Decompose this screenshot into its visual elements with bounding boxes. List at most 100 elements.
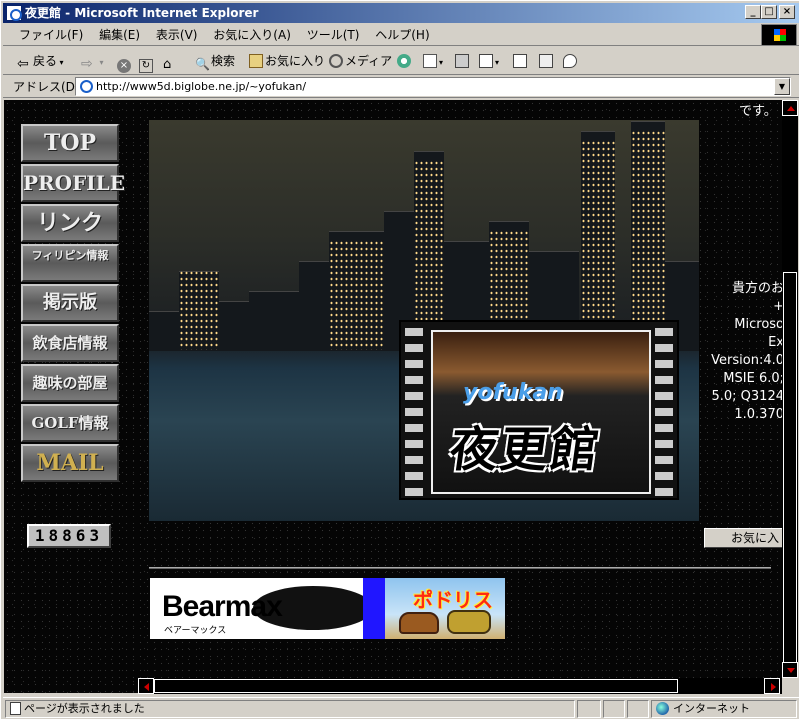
status-panel (577, 700, 601, 718)
internet-zone-icon (656, 702, 669, 715)
back-dropdown-icon[interactable]: ▾ (57, 58, 64, 67)
info-line: 1.0.370 (734, 407, 782, 422)
search-icon: 🔍 (195, 57, 210, 71)
history-icon (397, 54, 411, 68)
stop-icon: × (117, 59, 131, 73)
nav-philippines-button[interactable]: フィリピン情報 (21, 244, 119, 282)
standard-toolbar: ⇦ 戻る ▾ ⇨ ▾ × ↻ ⌂ 🔍検索 お気に入り メディア ▾ ▾ (3, 47, 799, 75)
vertical-scrollbar[interactable] (782, 100, 798, 678)
stop-button[interactable]: × (117, 51, 133, 73)
menu-edit[interactable]: 編集(E) (93, 24, 146, 46)
vertical-scroll-track[interactable] (782, 116, 798, 676)
info-line: + (773, 299, 782, 314)
address-input[interactable]: http://www5d.biglobe.ne.jp/~yofukan/ ▼ (75, 77, 791, 96)
windows-logo-icon (761, 24, 797, 46)
address-url[interactable]: http://www5d.biglobe.ne.jp/~yofukan/ (96, 79, 306, 94)
favorites-label: お気に入り (265, 54, 326, 68)
status-panel (603, 700, 625, 718)
nav-hobby-button[interactable]: 趣味の部屋 (21, 364, 119, 402)
scroll-corner (782, 678, 798, 694)
divider (149, 567, 771, 569)
browser-window: 夜更館 - Microsoft Internet Explorer _ □ × … (0, 0, 800, 720)
ie-page-icon (6, 5, 22, 21)
menu-file[interactable]: ファイル(F) (13, 24, 89, 46)
history-button[interactable] (397, 51, 413, 71)
maximize-button[interactable]: □ (761, 5, 777, 19)
media-label: メディア (345, 54, 393, 68)
bearmax-banner[interactable]: Bearmax ベアーマックス (150, 578, 363, 639)
zone-panel: インターネット (651, 700, 797, 718)
nav-link-button[interactable]: リンク (21, 204, 119, 242)
add-favorite-button[interactable]: お気に入 (704, 528, 782, 548)
window-title: 夜更館 - Microsoft Internet Explorer (25, 6, 259, 20)
research-button[interactable] (539, 51, 555, 71)
status-bar: ページが表示されました インターネット (3, 697, 799, 719)
scroll-left-button[interactable] (138, 678, 154, 694)
bearmax-subtitle: ベアーマックス (164, 626, 227, 636)
media-button[interactable]: メディア (329, 51, 392, 71)
home-button[interactable]: ⌂ (163, 51, 179, 72)
search-button[interactable]: 🔍検索 (195, 51, 235, 71)
scroll-right-button[interactable] (764, 678, 780, 694)
research-icon (539, 54, 553, 68)
messenger-button[interactable] (563, 51, 579, 71)
nav-top-button[interactable]: TOP (21, 124, 119, 162)
menu-bar: ファイル(F) 編集(E) 表示(V) お気に入り(A) ツール(T) ヘルプ(… (3, 24, 799, 46)
back-label: 戻る (33, 54, 58, 68)
address-dropdown-icon[interactable]: ▼ (774, 78, 790, 95)
forward-arrow-icon: ⇨ (81, 56, 93, 72)
nav-mail-button[interactable]: MAIL (21, 444, 119, 482)
back-button[interactable]: ⇦ 戻る ▾ (17, 51, 64, 71)
discuss-icon (513, 54, 527, 68)
nav-golf-button[interactable]: GOLF情報 (21, 404, 119, 442)
horizontal-scroll-thumb[interactable] (154, 679, 678, 693)
info-line: Ex (768, 335, 782, 350)
bearmax-name: Bearmax (162, 590, 283, 623)
menu-help[interactable]: ヘルプ(H) (369, 24, 435, 46)
cartoon-car-icon (447, 610, 491, 634)
cartoon-car-icon (399, 612, 439, 634)
edit-button[interactable]: ▾ (479, 51, 499, 71)
messenger-icon (563, 54, 577, 68)
browser-info-text: 貴方のお + Microso Ex Version:4.0 MSIE 6.0; … (704, 280, 782, 424)
info-line: 5.0; Q3124 (711, 389, 782, 404)
zone-text: インターネット (673, 702, 750, 715)
status-text-panel: ページが表示されました (5, 700, 575, 718)
print-icon (455, 54, 469, 68)
top-text: です。 (739, 104, 777, 119)
refresh-button[interactable]: ↻ (139, 51, 155, 73)
minimize-button[interactable]: _ (745, 5, 761, 19)
scroll-up-button[interactable] (782, 100, 798, 116)
nav-restaurant-button[interactable]: 飲食店情報 (21, 324, 119, 362)
home-icon: ⌂ (163, 57, 172, 72)
info-line: Microso (734, 317, 782, 332)
menu-tools[interactable]: ツール(T) (301, 24, 366, 46)
menu-favorites[interactable]: お気に入り(A) (207, 24, 297, 46)
close-button[interactable]: × (779, 5, 795, 19)
info-line: MSIE 6.0; (723, 371, 782, 386)
horizontal-scrollbar[interactable] (138, 678, 782, 694)
title-bar: 夜更館 - Microsoft Internet Explorer _ □ × (3, 3, 799, 23)
logo-japanese: 夜更館 (446, 422, 605, 478)
nav-bbs-button[interactable]: 掲示版 (21, 284, 119, 322)
discuss-button[interactable] (513, 51, 529, 71)
refresh-icon: ↻ (139, 59, 153, 73)
podoris-banner[interactable]: ポドリス (385, 578, 505, 639)
mail-button[interactable]: ▾ (423, 51, 443, 71)
print-button[interactable] (455, 51, 471, 71)
info-line: 貴方のお (731, 281, 782, 296)
nav-profile-button[interactable]: PROFILE (21, 164, 125, 202)
banner-separator (363, 578, 385, 639)
page-content: です。 TOP PROFILE リンク フィリピン情報 掲示版 飲食店情報 趣味… (4, 100, 782, 693)
forward-button[interactable]: ⇨ ▾ (81, 51, 104, 71)
media-icon (329, 54, 343, 68)
status-text: ページが表示されました (24, 702, 145, 715)
podoris-title: ポドリス (413, 588, 493, 612)
vertical-scroll-thumb[interactable] (783, 272, 797, 676)
scroll-down-button[interactable] (782, 662, 798, 678)
film-frame-logo: yofukan 夜更館 (399, 320, 679, 500)
mail-icon (423, 54, 437, 68)
menu-view[interactable]: 表示(V) (150, 24, 204, 46)
hero-night-city-image: yofukan 夜更館 (149, 120, 699, 521)
favorites-button[interactable]: お気に入り (249, 51, 325, 71)
